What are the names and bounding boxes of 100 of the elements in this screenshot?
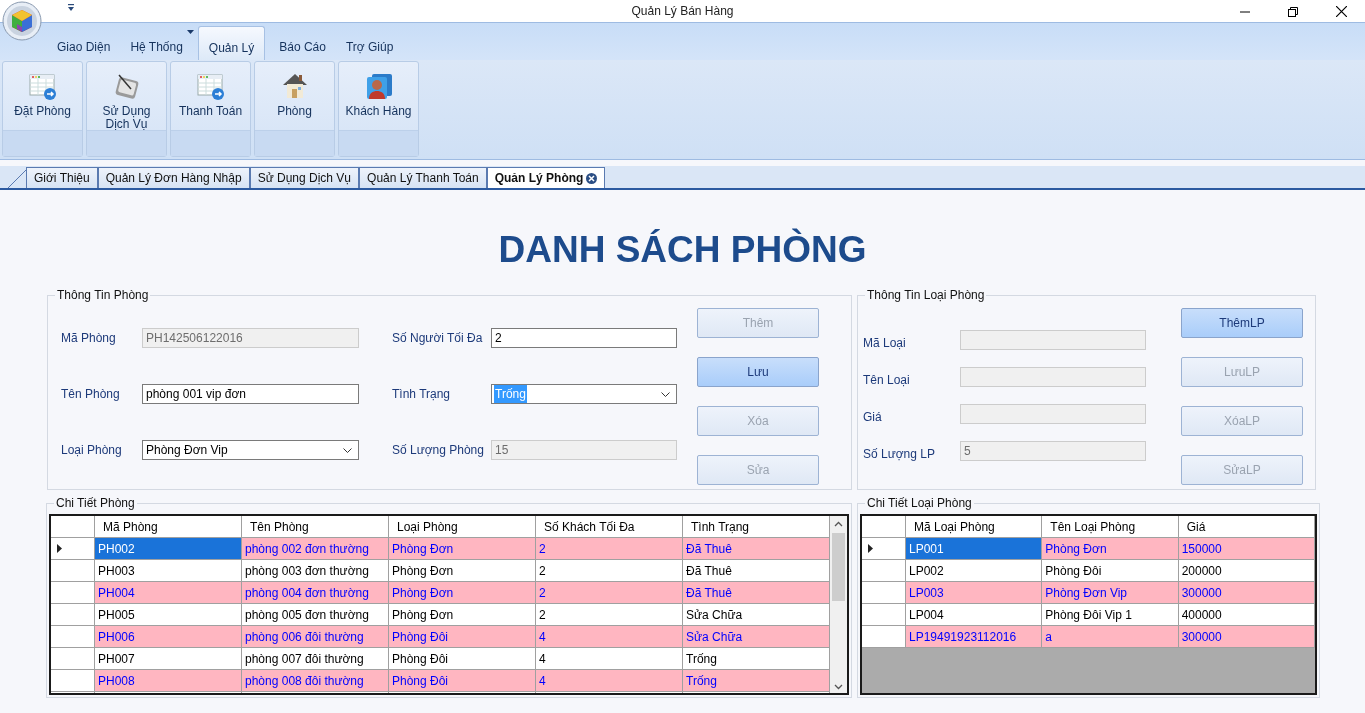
spreadsheet-icon [196,73,225,101]
row-header[interactable] [51,669,95,692]
table-cell: Đã Thuê [682,537,830,560]
table-cell: 400000 [1178,603,1315,626]
table-cell: Sửa Chữa [682,603,830,626]
document-tab[interactable]: Quản Lý Thanh Toán [359,167,487,188]
ribbon-tab[interactable]: Giao Diện [47,26,121,60]
table-cell: LP003 [905,581,1042,604]
row-header[interactable] [862,603,906,626]
row-header[interactable] [862,537,906,560]
table-cell: phòng 007 đôi thường [241,647,389,670]
document-tab[interactable]: Giới Thiệu [26,167,98,188]
row-header[interactable] [51,625,95,648]
column-header[interactable]: Tên Loại Phòng [1041,516,1179,538]
table-cell: PH002 [94,537,242,560]
close-icon[interactable] [586,172,598,184]
group-title: Thông Tin Loại Phòng [865,288,987,302]
row-header[interactable] [51,603,95,626]
table-cell: phòng 003 đơn thường [241,559,389,582]
table-cell: Phòng Đôi [388,669,536,692]
table-cell: phòng 006 đôi thường [241,625,389,648]
document-tab[interactable]: Quản Lý Đơn Hàng Nhập [97,167,250,188]
ribbon-tab[interactable]: Trợ Giúp [335,26,404,60]
table-cell: LP001 [905,537,1042,560]
row-header[interactable] [862,559,906,582]
row-header[interactable] [51,537,95,560]
table-cell: 200000 [1178,559,1315,582]
dropdown-arrow-icon[interactable] [186,30,194,34]
table-cell: 4 [535,625,683,648]
column-header[interactable]: Tên Phòng [241,516,389,538]
column-header[interactable]: Giá [1178,516,1315,538]
column-header[interactable]: Mã Phòng [94,516,242,538]
document-tab[interactable]: Quản Lý Phòng [486,167,606,188]
ribbon-button[interactable]: Đặt Phòng [2,61,83,157]
row-header[interactable] [862,581,906,604]
table-cell: 2 [535,603,683,626]
text-field[interactable]: 2 [491,328,677,348]
table-cell: Phòng Đơn [388,603,536,626]
table-cell: PH005 [94,603,242,626]
action-button[interactable]: Lưu [697,357,819,387]
table-cell: 150000 [1178,537,1315,560]
table-cell: Trống [682,669,830,692]
table-cell: PH008 [94,669,242,692]
dropdown-value: Phòng Đơn Vip [145,442,229,459]
table-cell: Phòng Đơn [388,537,536,560]
table-cell: phòng 005 đơn thường [241,603,389,626]
ribbon-tab[interactable]: Báo Cáo [269,26,336,60]
dropdown-arrow-icon[interactable] [67,4,75,12]
field-label: Loại Phòng [61,443,123,457]
page-heading: DANH SÁCH PHÒNG [497,228,868,272]
column-header[interactable]: Tình Trạng [682,516,830,538]
table-cell: 300000 [1178,625,1315,648]
current-row-icon [868,543,873,553]
row-header[interactable] [51,559,95,582]
field-label: Số Người Tối Đa [391,331,484,345]
ribbon-button[interactable]: Sử Dụng Dịch Vụ [86,61,167,157]
table-cell: 2 [535,581,683,604]
window-title: Quản Lý Bán Hàng [631,4,734,18]
chevron-down-icon [661,391,670,397]
ribbon-button[interactable]: Thanh Toán [170,61,251,157]
restore-icon[interactable] [1288,6,1298,17]
group-title: Chi Tiết Loại Phòng [865,496,974,510]
current-row-icon [57,543,62,553]
table-cell: phòng 008 đôi thường [241,669,389,692]
table-cell: PH004 [94,581,242,604]
field-label: Tên Phòng [61,387,121,401]
action-button[interactable]: ThêmLP [1181,308,1303,338]
ribbon-button[interactable]: Khách Hàng [338,61,419,157]
ribbon-button[interactable]: Phòng [254,61,335,157]
row-header[interactable] [51,647,95,670]
chevron-down-icon [343,447,352,453]
table-cell: Phòng Đơn [388,559,536,582]
ribbon-tab[interactable]: Hệ Thống [120,26,193,60]
field-label: Tình Trạng [391,387,452,401]
table-cell: Đã Thuê [682,559,830,582]
ribbon-tab[interactable]: Quản Lý [197,26,266,60]
scrollbar[interactable] [830,516,847,693]
column-header[interactable]: Số Khách Tối Đa [535,516,683,538]
table-cell: PH006 [94,625,242,648]
table-cell: LP002 [905,559,1042,582]
close-icon[interactable] [1336,6,1347,17]
table-cell: PH003 [94,559,242,582]
row-header[interactable] [862,625,906,648]
table-cell: 2 [535,537,683,560]
text-field[interactable]: phòng 001 vip đơn [142,384,359,404]
table-cell: 4 [535,647,683,670]
field-label: Giá [863,410,883,424]
column-header[interactable]: Mã Loại Phòng [905,516,1042,538]
group-title: Thông Tin Phòng [55,288,151,302]
column-header[interactable]: Loại Phòng [388,516,536,538]
table-cell: Phòng Đôi [388,647,536,670]
table-cell: PH007 [94,647,242,670]
group-title: Chi Tiết Phòng [54,496,137,510]
table-cell: Sửa Chữa [682,625,830,648]
table-cell: Đã Thuê [682,581,830,604]
document-tab[interactable]: Sử Dụng Dịch Vụ [249,167,360,188]
dropdown[interactable]: Phòng Đơn Vip [142,440,359,460]
table-cell: phòng 002 đơn thường [241,537,389,560]
field-label: Mã Loại [863,336,907,350]
row-header[interactable] [51,581,95,604]
